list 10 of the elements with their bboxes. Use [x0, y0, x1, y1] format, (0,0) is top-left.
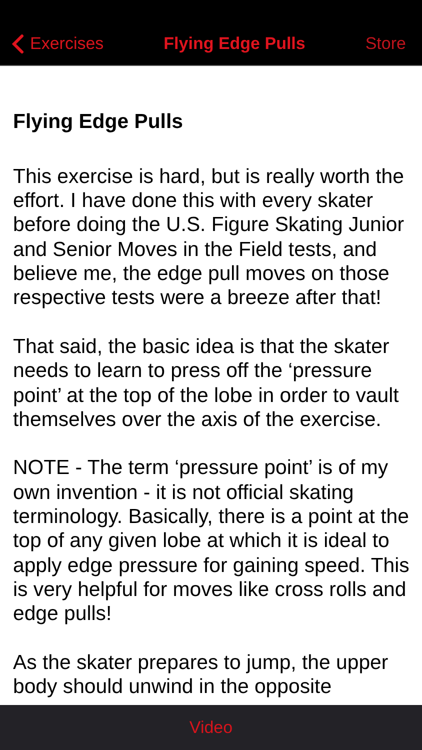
article-paragraph: That said, the basic idea is that the skater needs to learn to press off the ‘pressure point’ at the top of the lobe in order to vault themselves over the axis of the exercise.	[13, 334, 400, 432]
video-button[interactable]: Video	[189, 718, 233, 738]
article-paragraph: As the skater prepares to jump, the upper body should unwind in the opposite	[13, 650, 390, 700]
article-paragraph: NOTE - The term ‘pressure point’ is of my own invention - it is not official skating terminology. Basically, there is a point at the top of any given lobe at which it is ideal to apply edge pressure for gaining speed. This is very helpful for moves like cross rolls and edge pulls!	[13, 456, 410, 627]
screen-title: Flying Edge Pulls	[164, 33, 306, 55]
chevron-left-icon	[12, 34, 24, 54]
article-paragraph: This exercise is hard, but is really worth the effort. I have done this with every skater before doing the U.S. Figure Skating Junior and Senior Moves in the Field tests, and believe me, the edge pull moves on those respective tests were a breeze after that!	[13, 164, 406, 311]
article-heading: Flying Edge Pulls	[13, 110, 184, 134]
back-button[interactable]: Exercises	[12, 33, 104, 55]
store-button[interactable]: Store	[365, 33, 410, 55]
